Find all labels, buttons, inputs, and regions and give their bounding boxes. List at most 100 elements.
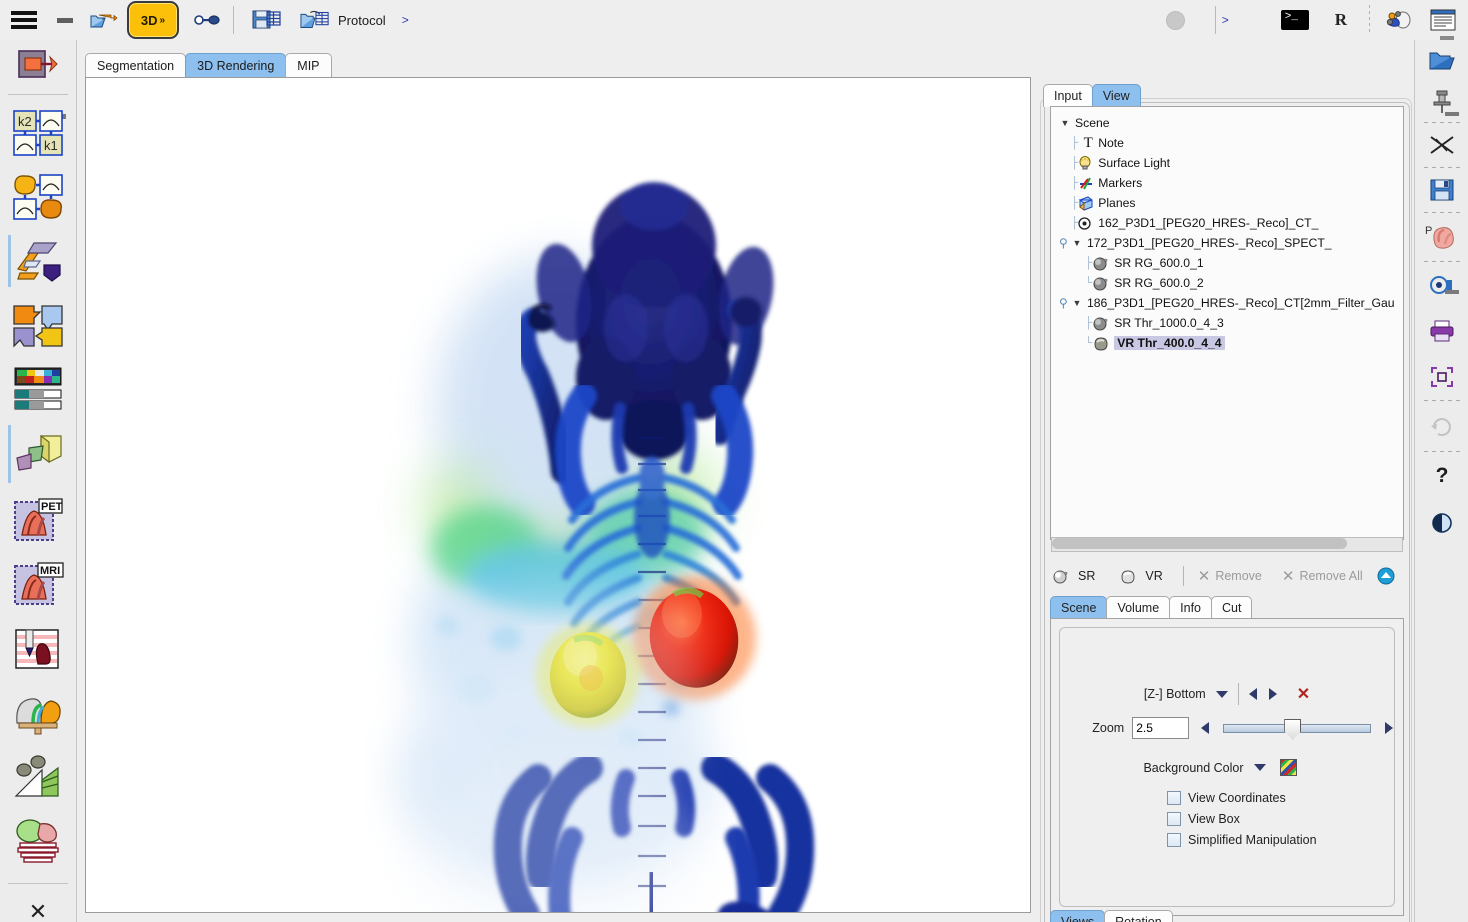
view-preset-label[interactable]: [Z-] Bottom [1144, 687, 1206, 701]
remove-x-icon[interactable]: ✕ [1198, 567, 1211, 585]
tree-row-note[interactable]: ├ T Note [1055, 133, 1403, 153]
tab-input[interactable]: Input [1043, 84, 1093, 107]
r-console-label[interactable]: R [1335, 10, 1347, 30]
tab-segmentation[interactable]: Segmentation [85, 53, 187, 77]
checkbox-box[interactable] [1167, 812, 1181, 826]
print-icon[interactable] [1415, 308, 1468, 354]
remove-all-xx-icon[interactable]: ✕ [1282, 567, 1295, 585]
increment-icon[interactable] [1385, 722, 1393, 734]
contrast-icon[interactable] [1415, 500, 1468, 546]
toolbar-more-chevron[interactable]: > [402, 13, 409, 27]
tab-mip[interactable]: MIP [285, 53, 332, 77]
checkbox-simplified-manipulation[interactable]: Simplified Manipulation [1167, 833, 1317, 847]
tree-row-sr-rg-1[interactable]: ├ SR RG_600.0_1 [1055, 253, 1403, 273]
tree-row-sr-rg-2[interactable]: └ SR RG_600.0_2 [1055, 273, 1403, 293]
sidebar-item-data-transfer[interactable] [0, 229, 76, 293]
subtab-scene[interactable]: Scene [1050, 596, 1108, 619]
remove-all-button-label[interactable]: Remove All [1299, 569, 1362, 583]
open-folder-icon[interactable] [1415, 40, 1468, 82]
background-color-swatch[interactable] [1279, 759, 1297, 776]
checkbox-view-box[interactable]: View Box [1167, 812, 1317, 826]
pin-icon[interactable] [1415, 82, 1468, 122]
tree-node-handle[interactable]: ⚲ [1059, 236, 1071, 250]
window-layout-icon[interactable] [1430, 9, 1456, 31]
tree-row-planes[interactable]: ├ Planes [1055, 193, 1403, 213]
zoom-slider-thumb[interactable] [1284, 718, 1302, 740]
sidebar-item-volume-segmentation[interactable] [0, 421, 76, 489]
status-circle-icon[interactable] [1165, 10, 1185, 30]
chevron-down-icon[interactable] [1253, 764, 1266, 771]
checkbox-view-coordinates[interactable]: View Coordinates [1167, 791, 1317, 805]
sidebar-item-parametric-mapping[interactable] [0, 165, 76, 229]
minimize-icon[interactable] [57, 17, 73, 23]
subtab-cut[interactable]: Cut [1211, 596, 1253, 619]
subtab-info[interactable]: Info [1169, 596, 1213, 619]
tree-row-ct-162[interactable]: ├ 162_P3D1_[PEG20_HRES-_Reco]_CT_ [1055, 213, 1403, 233]
tab-views[interactable]: Views [1050, 910, 1106, 922]
checkbox-box[interactable] [1167, 791, 1181, 805]
delete-view-icon[interactable]: ✕ [1297, 684, 1310, 704]
sidebar-item-color-tables[interactable] [0, 357, 76, 421]
previous-view-icon[interactable] [1248, 688, 1257, 700]
remove-button-label[interactable]: Remove [1215, 569, 1262, 583]
fit-icon[interactable] [1415, 354, 1468, 400]
protocol-label[interactable]: Protocol [338, 13, 386, 28]
prompt-chevron[interactable]: > [1222, 13, 1229, 27]
tree-row-sr-thr-1000[interactable]: ├ SR Thr_1000.0_4_3 [1055, 313, 1403, 333]
open-folder-arrow-icon[interactable] [89, 7, 119, 33]
open-protocol-icon[interactable] [300, 7, 330, 33]
vr-button-label[interactable]: VR [1145, 569, 1162, 583]
heart-protocol-icon[interactable]: P [1415, 213, 1468, 261]
close-all-icon[interactable] [1415, 123, 1468, 167]
collapse-up-icon[interactable] [1377, 567, 1395, 585]
save-protocol-icon[interactable] [252, 7, 282, 33]
chevron-down-icon[interactable] [1215, 690, 1228, 698]
tree-row-markers[interactable]: ├ Markers [1055, 173, 1403, 193]
scene-tree[interactable]: ▼ Scene ├ T Note ├ Surface Light ├ Marke… [1050, 106, 1404, 540]
sidebar-item-lesion-quantification[interactable] [0, 745, 76, 809]
volume-render-icon[interactable] [1119, 569, 1139, 584]
tree-node-handle[interactable]: ⚲ [1059, 296, 1071, 310]
tab-3d-rendering[interactable]: 3D Rendering [185, 53, 287, 77]
hamburger-menu-icon[interactable] [11, 11, 37, 29]
scrollbar-thumb[interactable] [1052, 538, 1347, 549]
refresh-icon[interactable] [1415, 401, 1468, 451]
tab-view[interactable]: View [1091, 84, 1141, 107]
tree-row-ct-186[interactable]: ⚲ ▼ 186_P3D1_[PEG20_HRES-_Reco]_CT[2mm_F… [1055, 293, 1403, 313]
sidebar-item-mri[interactable]: MRI [0, 553, 76, 617]
render-viewport[interactable] [85, 77, 1031, 913]
tree-horizontal-scrollbar[interactable] [1051, 537, 1403, 552]
sidebar-item-brain[interactable] [0, 681, 76, 745]
checkbox-box[interactable] [1167, 833, 1181, 847]
sidebar-item-registration[interactable] [0, 40, 76, 88]
zoom-slider[interactable] [1223, 718, 1371, 740]
tree-row-vr-thr-400[interactable]: └ VR Thr_400.0_4_4 [1055, 333, 1403, 353]
close-icon[interactable]: ✕ [0, 890, 76, 922]
volume-rendering-canvas[interactable] [86, 78, 1030, 912]
sr-button-label[interactable]: SR [1078, 569, 1095, 583]
tree-row-surface-light[interactable]: ├ Surface Light [1055, 153, 1403, 173]
decrement-icon[interactable] [1201, 722, 1210, 734]
tree-row-root[interactable]: ▼ Scene [1055, 113, 1403, 133]
zoom-input[interactable] [1132, 717, 1190, 739]
matlab-icon[interactable] [1384, 8, 1416, 32]
sidebar-item-organ-stack[interactable] [0, 809, 76, 873]
sidebar-item-fusion[interactable] [0, 293, 76, 357]
terminal-icon[interactable] [1280, 10, 1309, 30]
capture-icon[interactable] [1415, 262, 1468, 308]
link-chain-icon[interactable] [193, 9, 221, 31]
sidebar-item-pet[interactable]: PET [0, 489, 76, 553]
subtab-volume[interactable]: Volume [1106, 596, 1171, 619]
help-icon[interactable]: ? [1415, 452, 1468, 500]
tab-rotation[interactable]: Rotation [1104, 910, 1173, 922]
surface-render-icon[interactable] [1052, 569, 1072, 584]
mode-3d-button[interactable]: 3D» [127, 1, 179, 39]
sidebar-item-cardiac-ct[interactable] [0, 617, 76, 681]
tree-row-spect-172[interactable]: ⚲ ▼ 172_P3D1_[PEG20_HRES-_Reco]_SPECT_ [1055, 233, 1403, 253]
sidebar-item-kinetic-modeling[interactable]: k2 k1 [0, 101, 76, 165]
chevron-down-icon[interactable]: ▼ [1059, 118, 1071, 128]
chevron-down-icon[interactable]: ▼ [1071, 298, 1083, 308]
chevron-down-icon[interactable]: ▼ [1071, 238, 1083, 248]
next-view-icon[interactable] [1268, 688, 1277, 700]
save-icon[interactable] [1415, 168, 1468, 212]
